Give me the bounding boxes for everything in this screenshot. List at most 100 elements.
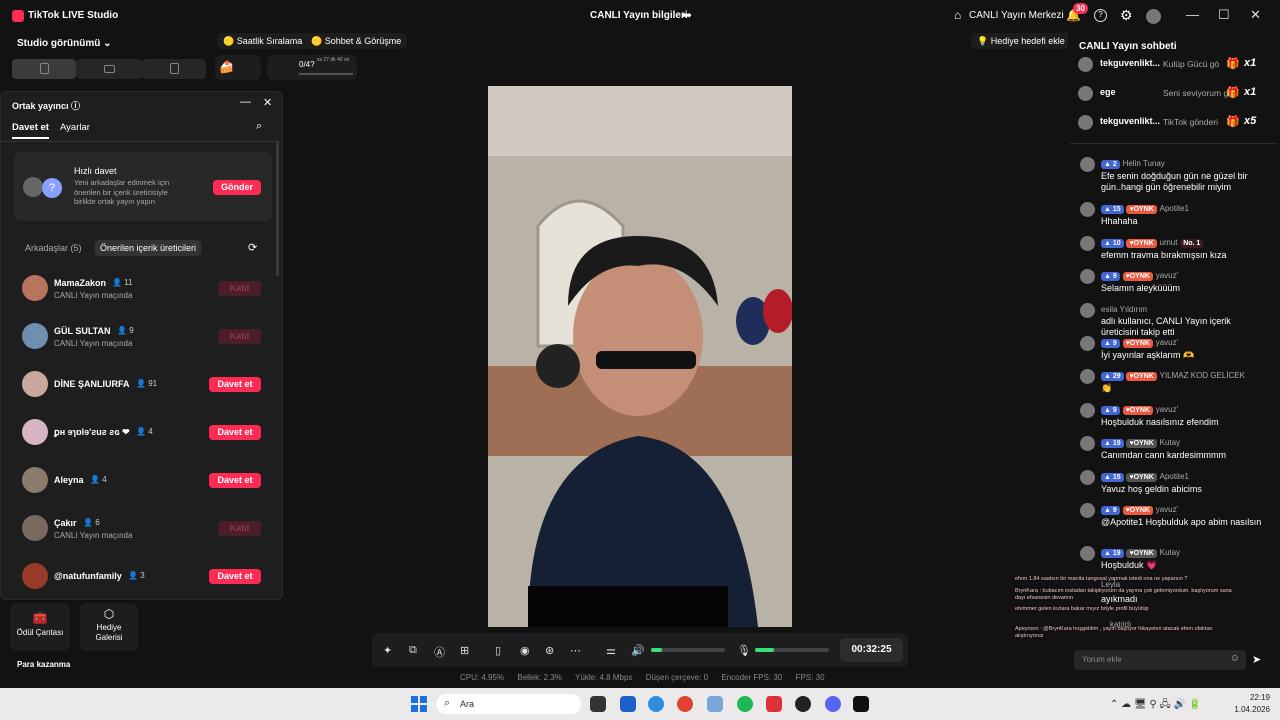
emoji-icon[interactable]: ☺ (1230, 653, 1240, 664)
join-button[interactable]: Katıl (218, 329, 261, 344)
refresh-icon[interactable]: ⟳ (248, 241, 257, 254)
mic-level-bar[interactable] (755, 648, 829, 652)
taskbar-search[interactable]: ⌕ Ara (436, 694, 581, 714)
help-icon[interactable]: ? (1094, 9, 1107, 22)
gift-thumb[interactable]: 🍰 (215, 55, 261, 80)
phone-icon[interactable]: ▯ (495, 644, 501, 657)
live-info-link[interactable]: CANLI Yayın bilgileri (590, 10, 688, 21)
layout-landscape-button[interactable] (76, 59, 142, 79)
invite-button[interactable]: Davet et (209, 569, 261, 584)
source-icon[interactable]: ⧉ (409, 644, 417, 657)
mic-icon[interactable]: 🎙 (737, 644, 751, 657)
tab-invite[interactable]: Davet et (12, 122, 49, 139)
avatar[interactable] (1078, 115, 1093, 130)
layout-multi-button[interactable] (142, 59, 206, 79)
avatar[interactable] (1146, 9, 1161, 24)
discord-icon[interactable] (825, 696, 841, 712)
camera-icon[interactable]: ⊛ (545, 644, 554, 657)
tiktok-taskbar-icon[interactable] (853, 696, 869, 712)
avatar[interactable] (1080, 336, 1095, 351)
avatar[interactable] (1080, 303, 1095, 318)
avatar[interactable] (22, 515, 48, 541)
avatar[interactable] (22, 467, 48, 493)
chrome-icon[interactable] (677, 696, 693, 712)
gift-gallery-button[interactable]: ⬡ Hediye Galerisi (80, 603, 138, 651)
gift-bag-button[interactable]: 🧰 Ödül Çantası (10, 603, 70, 651)
chat-username[interactable]: yavuz' (1156, 405, 1178, 414)
avatar[interactable] (22, 563, 48, 589)
avatar[interactable] (1080, 269, 1095, 284)
maximize-icon[interactable]: ☐ (1218, 7, 1230, 23)
chat-username[interactable]: yavuz' (1156, 505, 1178, 514)
close-popup-icon[interactable]: ✕ (263, 96, 272, 109)
avatar[interactable] (1080, 436, 1095, 451)
chat-username[interactable]: esila Yıldırım (1101, 305, 1147, 314)
chat-username[interactable]: Apotite1 (1160, 472, 1189, 481)
github-icon[interactable] (795, 696, 811, 712)
more-icon[interactable]: ⋯ (570, 644, 581, 657)
minimize-popup-icon[interactable]: — (240, 96, 251, 108)
chat-username[interactable]: Kutay (1160, 438, 1180, 447)
suggested-tab[interactable]: Önerilen içerik üreticileri (95, 240, 202, 256)
ai-icon[interactable]: Ⓐ (434, 644, 445, 660)
magic-icon[interactable]: ✦ (383, 644, 392, 657)
earn-label[interactable]: Para kazanma (17, 660, 70, 669)
invite-button[interactable]: Davet et (209, 377, 261, 392)
invite-button[interactable]: Davet et (209, 425, 261, 440)
edge-icon[interactable] (648, 696, 664, 712)
chat-username[interactable]: Apotite1 (1160, 204, 1189, 213)
send-button[interactable]: Gönder (213, 180, 261, 195)
join-button[interactable]: Katıl (218, 521, 261, 536)
avatar[interactable] (1080, 503, 1095, 518)
chat-input[interactable]: Yorum ekle ☺ (1074, 650, 1246, 670)
record-icon[interactable]: ◉ (520, 644, 530, 657)
avatar[interactable] (1080, 236, 1095, 251)
layout-portrait-button[interactable] (12, 59, 76, 79)
app-icon[interactable] (707, 696, 723, 712)
tray-icons[interactable]: ⌃ ☁ 🖥 ⚲ 🖧 🔊 🔋 (1110, 697, 1201, 714)
minimize-icon[interactable]: — (1186, 7, 1199, 22)
avatar[interactable] (1078, 86, 1093, 101)
share-icon[interactable]: ➦ (682, 8, 692, 22)
home-icon[interactable]: ⌂ (954, 8, 961, 22)
outlook-icon[interactable] (620, 696, 636, 712)
hourly-ranking-button[interactable]: 🟡 Saatlik Sıralama (217, 33, 309, 49)
chat-username[interactable]: umut (1160, 238, 1178, 247)
chat-match-button[interactable]: 🟡 Sohbet & Görüşme (305, 33, 408, 49)
live-center-link[interactable]: CANLI Yayın Merkezi (969, 10, 1064, 21)
media-icon[interactable] (766, 696, 782, 712)
popup-scrollbar[interactable] (276, 142, 279, 276)
avatar[interactable] (22, 323, 48, 349)
chat-username[interactable]: Helin Tunay (1123, 159, 1165, 168)
add-scene-icon[interactable]: ⊞ (460, 644, 469, 657)
avatar[interactable] (22, 419, 48, 445)
audio-level-bar[interactable] (651, 648, 725, 652)
adjust-icon[interactable]: ⚌ (606, 644, 616, 657)
send-icon[interactable]: ➤ (1252, 653, 1261, 666)
avatar[interactable] (1080, 369, 1095, 384)
avatar[interactable] (1080, 470, 1095, 485)
chat-username[interactable]: Kutay (1160, 548, 1180, 557)
friends-tab[interactable]: Arkadaşlar (5) (20, 240, 87, 256)
gear-icon[interactable]: ⚙ (1120, 7, 1133, 24)
chat-username[interactable]: YILMAZ KOD GELİCEK (1160, 371, 1245, 380)
goal-progress-card[interactable]: 0/4? ss 27 dk 40 sn (267, 55, 357, 80)
avatar[interactable] (1080, 546, 1095, 561)
avatar[interactable] (1080, 157, 1095, 172)
chat-username[interactable]: yavuz' (1156, 271, 1178, 280)
avatar[interactable] (1078, 57, 1093, 72)
spotify-icon[interactable] (737, 696, 753, 712)
studio-view-dropdown[interactable]: Studio görünümü ⌄ (17, 38, 112, 49)
avatar[interactable] (1080, 403, 1095, 418)
close-icon[interactable]: ✕ (1250, 7, 1261, 23)
gift-goal-button[interactable]: 💡 Hediye hedefi ekle (971, 33, 1071, 49)
tab-settings[interactable]: Ayarlar (60, 122, 90, 133)
task-view-icon[interactable] (590, 696, 606, 712)
avatar[interactable] (22, 371, 48, 397)
avatar[interactable] (22, 275, 48, 301)
search-icon[interactable]: ⌕ (256, 120, 262, 133)
windows-start-icon[interactable] (411, 696, 427, 712)
chat-username[interactable]: yavuz' (1156, 338, 1178, 347)
avatar[interactable] (1080, 202, 1095, 217)
speaker-icon[interactable]: 🔊 (631, 644, 645, 657)
